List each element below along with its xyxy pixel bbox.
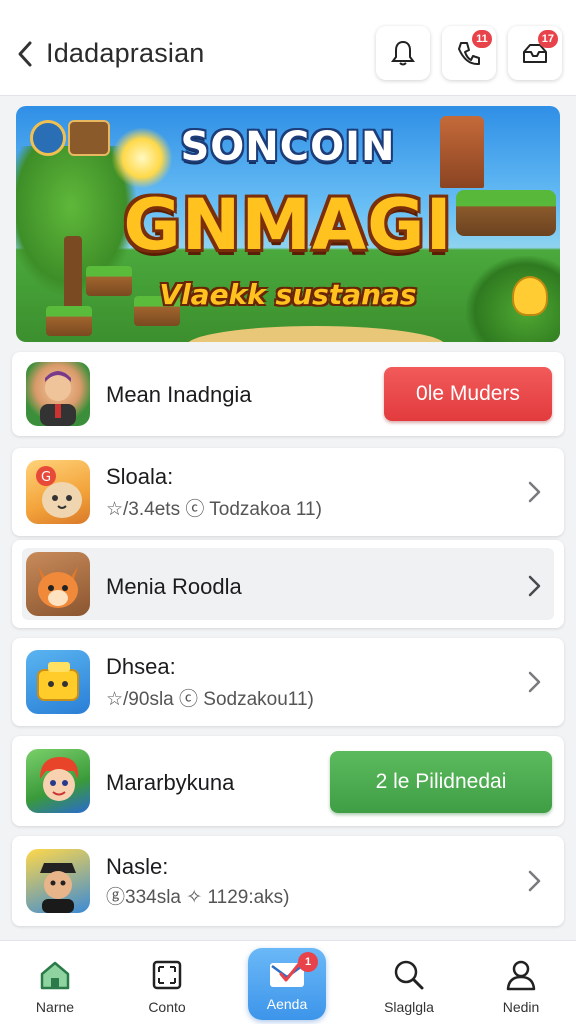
square-frame-icon (152, 960, 182, 990)
nav-label: Narne (35, 999, 75, 1015)
person-icon (506, 960, 536, 991)
search-icon (394, 960, 424, 990)
inbox-badge: 17 (537, 30, 558, 48)
top-app-bar: Idadaprasian 11 17 (0, 0, 576, 96)
nav-search[interactable]: Slaglgla (354, 941, 464, 1024)
man-hat-icon (40, 863, 76, 913)
list-item[interactable]: Mararbykuna 2 le Pilidnedai (12, 736, 564, 826)
banner-title: GNMAGI (123, 184, 453, 266)
promo-banner[interactable]: SONCOIN GNMAGI Vlaekk sustanas (16, 106, 560, 342)
back-button[interactable] (10, 36, 42, 72)
nav-badge: 1 (298, 952, 318, 972)
man-avatar-icon (40, 371, 76, 426)
nav-label: Nedin (502, 999, 540, 1015)
app-cat-icon: G (26, 460, 90, 524)
list-item-subtitle: ⓖ334sla ✧ 1129:aks) (106, 887, 290, 908)
list-item-title: Nasle: (106, 854, 169, 879)
app-block-icon (26, 650, 90, 714)
list-item-subtitle: ☆/3.4ets ⓒ Todzakoa 11) (106, 499, 322, 520)
chevron-right-icon (522, 670, 546, 694)
list-item-title: Dhsea: (106, 654, 176, 679)
action-button[interactable]: 0le Muders (384, 367, 552, 421)
cat-face-icon: G (36, 466, 82, 518)
nav-conto[interactable]: Conto (112, 941, 222, 1024)
chevron-right-icon (522, 869, 546, 893)
list-item[interactable]: G Sloala: ☆/3.4ets ⓒ Todzakoa 11) (12, 448, 564, 536)
row-highlight (22, 548, 554, 620)
svg-text:G: G (41, 470, 51, 485)
nav-label: Slaglgla (384, 999, 434, 1015)
notifications-button[interactable] (376, 26, 430, 80)
home-icon (40, 961, 70, 990)
app-man-hat-icon (26, 849, 90, 913)
list-item-title: Sloala: (106, 464, 174, 489)
list-item[interactable]: Dhsea: ☆/90sla ⓒ Sodzakou11) (12, 638, 564, 726)
bell-icon (391, 40, 415, 66)
nav-profile[interactable]: Nedin (466, 941, 576, 1024)
chevron-left-icon (18, 41, 32, 67)
inbox-button[interactable]: 17 (508, 26, 562, 80)
list-item[interactable]: Menia Roodla (12, 540, 564, 628)
list-item-subtitle: ☆/90sla ⓒ Sodzakou11) (106, 689, 314, 710)
fox-face-icon (38, 566, 78, 608)
list-item-title: Mean Inadngia (106, 382, 252, 407)
nav-label: Conto (148, 999, 186, 1015)
list-item-title: Mararbykuna (106, 770, 235, 795)
banner-subtitle: Vlaekk sustanas (159, 278, 417, 311)
path-illustration (186, 326, 446, 342)
banner-kicker: SONCOIN (180, 124, 396, 170)
list-item-title: Menia Roodla (106, 574, 242, 599)
phone-button[interactable]: 11 (442, 26, 496, 80)
app-girl-icon (26, 749, 90, 813)
chevron-right-icon (522, 480, 546, 504)
yellow-block-icon (37, 662, 79, 701)
action-button[interactable]: 2 le Pilidnedai (330, 751, 552, 813)
app-fox-icon (26, 552, 90, 616)
page-title: Idadaprasian (46, 38, 205, 68)
chevron-right-icon (522, 574, 546, 598)
list-item[interactable]: Mean Inadngia 0le Muders (12, 352, 564, 436)
app-avatar-man-icon (26, 362, 90, 426)
nav-home[interactable]: Narne (0, 941, 110, 1024)
mascot-icon (512, 276, 548, 316)
nav-label: Aenda (266, 996, 308, 1012)
girl-face-icon (40, 757, 79, 801)
list-item[interactable]: Nasle: ⓖ334sla ✧ 1129:aks) (12, 836, 564, 926)
phone-badge: 11 (472, 30, 492, 48)
